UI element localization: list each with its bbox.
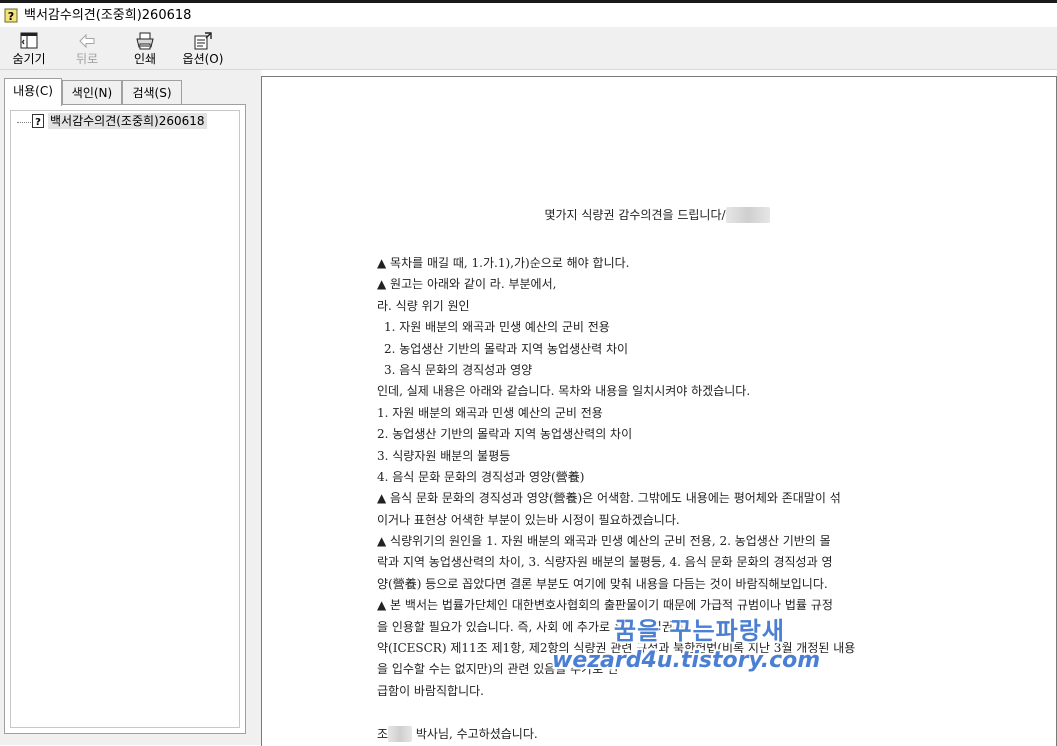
doc-line: 락과 지역 농업생산력의 차이, 3. 식량자원 배분의 불평등, 4. 음식 … [377,555,833,570]
doc-line: 을 인용할 필요가 있습니다. 즉, 사회 에 추가로 유엔 사회권규 [377,619,684,634]
doc-line: ▲ 원고는 아래와 같이 라. 부분에서, [377,277,557,292]
svg-text:?: ? [35,117,41,128]
svg-text:?: ? [8,10,14,23]
help-file-icon: ? [4,8,18,23]
doc-heading: 몇가지 식량권 감수의견을 드립니다/ [377,207,937,223]
topic-content-pane[interactable]: 몇가지 식량권 감수의견을 드립니다/ ▲ 목차를 매길 때, 1.가.1),가… [261,76,1057,746]
doc-line: 3. 식량자원 배분의 불평등 [377,448,511,463]
back-button[interactable]: 뒤로 [60,29,114,67]
doc-line: 인데, 실제 내용은 아래와 같습니다. 목차와 내용을 일치시켜야 하겠습니다… [377,384,751,399]
back-arrow-icon [79,33,95,49]
pane-splitter[interactable] [250,70,261,745]
doc-line: 약(ICESCR) 제11조 제1항, 제2항의 식량권 관련 규정과 북한헌법… [377,641,856,656]
redacted-name-blur [388,725,413,742]
doc-line: ▲ 식량위기의 원인을 1. 자원 배분의 왜곡과 민생 예산의 군비 전용, … [377,534,831,549]
options-label: 옵션(O) [182,52,224,66]
tree-connector [17,122,31,123]
title-bar: ? 백서감수의견(조중희)260618 [0,3,1057,27]
doc-line: 4. 음식 문화 문화의 경직성과 영양(營養) [377,469,585,484]
back-label: 뒤로 [75,52,99,66]
doc-line: ▲ 목차를 매길 때, 1.가.1),가)순으로 해야 합니다. [377,256,630,270]
doc-line: 3. 음식 문화의 경직성과 영양 [384,362,533,377]
doc-line: 급함이 바람직합니다. [377,683,484,698]
hide-label: 숨기기 [12,52,46,66]
doc-line: 이거나 표현상 어색한 부분이 있는바 시정이 필요하겠습니다. [377,512,680,527]
tab-contents-label: 내용(C) [13,84,53,98]
toolbar: 숨기기 뒤로 인쇄 옵션(O) [0,27,1057,69]
contents-panel: ? 백서감수의견(조중희)260618 [4,104,246,734]
tree-item-topic[interactable]: 백서감수의견(조중희)260618 [48,113,207,129]
redacted-name-blur [725,207,770,223]
doc-line: 2. 농업생산 기반의 몰락과 지역 농업생산력 차이 [384,341,629,356]
doc-heading-text: 몇가지 식량권 감수의견을 드립니다/ [544,208,726,222]
print-button[interactable]: 인쇄 [118,29,172,67]
doc-line: ▲ 음식 문화 문화의 경직성과 영양(營養)은 어색함. 그밖에도 내용에는 … [377,491,841,506]
doc-closing: 조 박사님, 수고하셨습니다. [377,724,937,745]
options-button[interactable]: 옵션(O) [176,29,230,67]
doc-line: 라. 식량 위기 원인 [377,298,470,313]
options-icon [194,32,212,50]
doc-line: ▲ 본 백서는 법률가단체인 대한변호사협회의 출판물이기 때문에 가급적 규범… [377,598,833,613]
tab-index-label: 색인(N) [71,86,113,100]
help-topic-icon: ? [32,114,44,128]
hide-button[interactable]: 숨기기 [2,29,56,67]
doc-line: 2. 농업생산 기반의 몰락과 지역 농업생산력의 차이 [377,427,633,442]
tab-search[interactable]: 검색(S) [122,80,182,105]
contents-tree[interactable]: ? 백서감수의견(조중희)260618 [10,110,240,728]
tab-search-label: 검색(S) [132,86,172,100]
doc-line: 1. 자원 배분의 왜곡과 민생 예산의 군비 전용 [377,405,603,420]
printer-icon [136,32,154,50]
print-label: 인쇄 [133,52,157,66]
doc-line: 을 입수할 수는 없지만)의 관련 있음을 추가로 언 [377,662,619,677]
hide-pane-icon [20,32,38,49]
doc-body: ▲ 목차를 매길 때, 1.가.1),가)순으로 해야 합니다. ▲ 원고는 아… [377,253,937,745]
closing-prefix: 조 [377,726,389,741]
closing-suffix: 박사님, 수고하셨습니다. [412,726,538,741]
doc-line: 1. 자원 배분의 왜곡과 민생 예산의 군비 전용 [384,320,610,335]
doc-blank-line [377,702,937,723]
window-title: 백서감수의견(조중희)260618 [24,8,192,23]
doc-line: 양(營養) 등으로 꼽았다면 결론 부분도 여기에 맞춰 내용을 다듬는 것이 … [377,576,828,591]
navigation-pane: 내용(C) 색인(N) 검색(S) ? 백서감수의견(조중희)260618 [0,70,250,745]
tab-index[interactable]: 색인(N) [62,80,122,105]
tab-contents[interactable]: 내용(C) [4,78,62,106]
